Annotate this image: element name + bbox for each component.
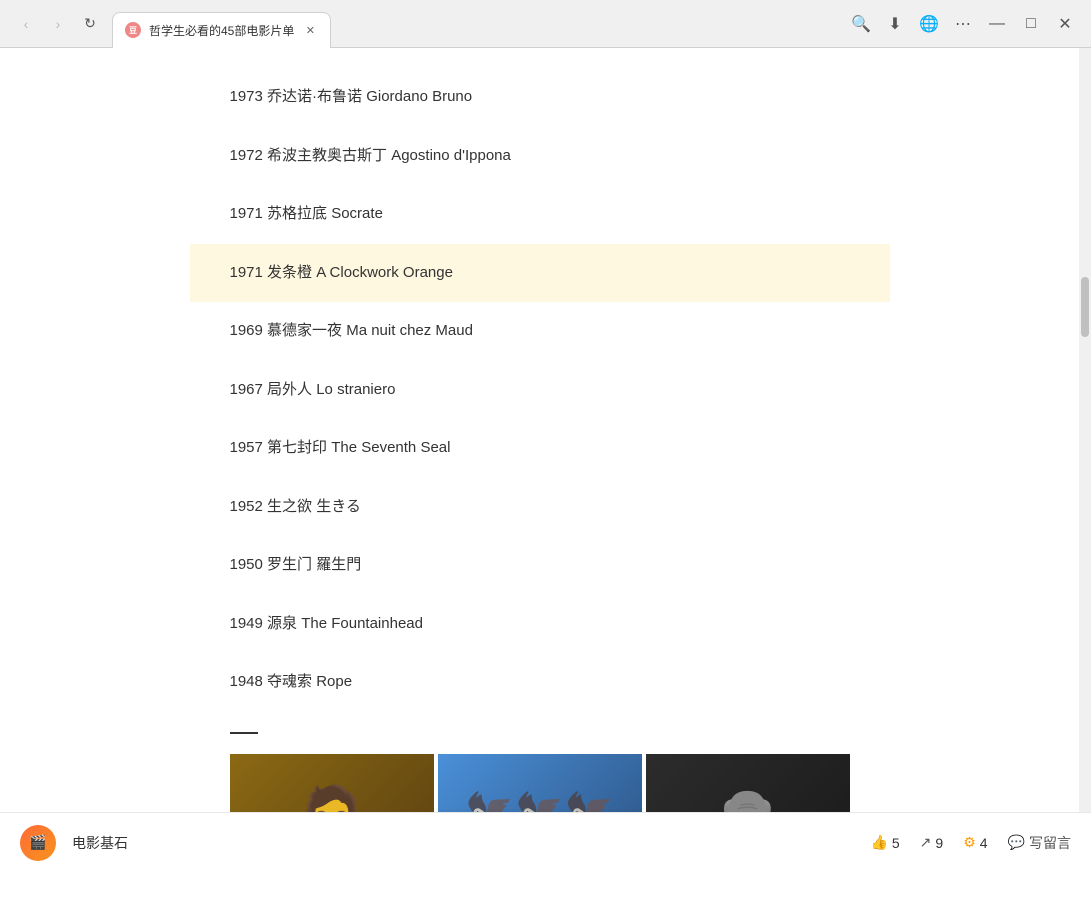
reward-icon: ⚙ xyxy=(963,834,976,851)
action-buttons: 👍 5 ↗ 9 ⚙ 4 💬 写留言 xyxy=(870,833,1071,853)
list-item-highlighted: 1971 发条橙 A Clockwork Orange xyxy=(190,244,890,303)
film-title: 慕德家一夜 Ma nuit chez Maud xyxy=(267,322,473,339)
list-item: 1957 第七封印 The Seventh Seal xyxy=(230,419,850,478)
tab-favicon: 豆 xyxy=(125,22,141,38)
toolbar-icons: 🔍 ⬇ 🌐 ⋯ — □ ✕ xyxy=(847,10,1079,38)
avatar-icon: 🎬 xyxy=(29,834,46,851)
film-grid: 🧔 #1 ZIZEK ASTRA TAYLOR CANADA 2005 🦅🦅🦅 … xyxy=(230,754,850,813)
search-icon[interactable]: 🔍 xyxy=(847,10,875,38)
film-title: 源泉 The Fountainhead xyxy=(267,615,423,632)
globe-icon[interactable]: 🌐 xyxy=(915,10,943,38)
film-title: 生之欲 生きる xyxy=(267,498,361,515)
film-card-overlay: #2 MANUAL DE CINE PARA PERVERTIDOS SOPHI… xyxy=(438,808,642,812)
reward-button[interactable]: ⚙ 4 xyxy=(963,834,987,851)
film-year: 1971 xyxy=(230,205,263,222)
film-year: 1957 xyxy=(230,439,263,456)
forward-button[interactable]: › xyxy=(44,10,72,38)
nav-buttons: ‹ › ↻ xyxy=(12,10,104,38)
page-wrapper: 1973 乔达诺·布鲁诺 Giordano Bruno 1972 希波主教奥古斯… xyxy=(0,48,1091,812)
film-title: 发条橙 A Clockwork Orange xyxy=(267,264,453,281)
film-title: 局外人 Lo straniero xyxy=(267,381,395,398)
avatar: 🎬 xyxy=(20,825,56,861)
film-card-manual[interactable]: 🦅🦅🦅 #2 MANUAL DE CINE PARA PERVERTIDOS S… xyxy=(438,754,642,813)
scrollbar-thumb[interactable] xyxy=(1081,277,1089,337)
tab-title: 哲学生必看的45部电影片单 xyxy=(149,22,294,39)
minimize-button[interactable]: — xyxy=(983,10,1011,38)
share-button[interactable]: ↗ 9 xyxy=(920,834,944,851)
list-item: 1973 乔达诺·布鲁诺 Giordano Bruno xyxy=(230,68,850,127)
list-item: 1950 罗生门 羅生門 xyxy=(230,536,850,595)
film-year: 1969 xyxy=(230,322,263,339)
film-year: 1949 xyxy=(230,615,263,632)
close-button[interactable]: ✕ xyxy=(1051,10,1079,38)
film-title: 第七封印 The Seventh Seal xyxy=(267,439,450,456)
list-item: 1971 苏格拉底 Socrate xyxy=(230,185,850,244)
list-item: 1949 源泉 The Fountainhead xyxy=(230,595,850,654)
refresh-button[interactable]: ↻ xyxy=(76,10,104,38)
main-content: 1973 乔达诺·布鲁诺 Giordano Bruno 1972 希波主教奥古斯… xyxy=(0,48,1079,812)
tab-close-button[interactable]: ✕ xyxy=(302,22,318,38)
article-container: 1973 乔达诺·布鲁诺 Giordano Bruno 1972 希波主教奥古斯… xyxy=(190,68,890,812)
film-card-derrida[interactable]: 👴 #3 DERRIDA KIRBY DICK, AMY ZIERING EST… xyxy=(646,754,850,813)
film-list: 1973 乔达诺·布鲁诺 Giordano Bruno 1972 希波主教奥古斯… xyxy=(230,68,850,712)
reward-count: 4 xyxy=(980,835,988,851)
comment-button[interactable]: 💬 写留言 xyxy=(1008,833,1071,853)
more-icon[interactable]: ⋯ xyxy=(949,10,977,38)
list-item: 1967 局外人 Lo straniero xyxy=(230,361,850,420)
like-count: 5 xyxy=(892,835,900,851)
maximize-button[interactable]: □ xyxy=(1017,10,1045,38)
back-button[interactable]: ‹ xyxy=(12,10,40,38)
list-item: 1948 夺魂索 Rope xyxy=(230,653,850,712)
browser-chrome: ‹ › ↻ 豆 哲学生必看的45部电影片单 ✕ 🔍 ⬇ 🌐 ⋯ — □ ✕ xyxy=(0,0,1091,48)
scrollbar-track[interactable] xyxy=(1079,48,1091,812)
list-item: 1972 希波主教奥古斯丁 Agostino d'Ippona xyxy=(230,127,850,186)
film-title: 夺魂索 Rope xyxy=(267,673,352,690)
author-name: 电影基石 xyxy=(72,833,854,853)
list-item: 1952 生之欲 生きる xyxy=(230,478,850,537)
like-button[interactable]: 👍 5 xyxy=(870,834,899,851)
comment-icon: 💬 xyxy=(1008,834,1025,851)
film-card-zizek[interactable]: 🧔 #1 ZIZEK ASTRA TAYLOR CANADA 2005 xyxy=(230,754,434,813)
list-item: 1969 慕德家一夜 Ma nuit chez Maud xyxy=(230,302,850,361)
film-year: 1972 xyxy=(230,147,263,164)
film-title: 苏格拉底 Socrate xyxy=(267,205,383,222)
bottom-bar: 🎬 电影基石 👍 5 ↗ 9 ⚙ 4 💬 写留言 xyxy=(0,812,1091,872)
favicon-text: 豆 xyxy=(129,25,137,36)
film-year: 1971 xyxy=(230,264,263,281)
film-year: 1952 xyxy=(230,498,263,515)
film-year: 1948 xyxy=(230,673,263,690)
download-icon[interactable]: ⬇ xyxy=(881,10,909,38)
film-year: 1967 xyxy=(230,381,263,398)
active-tab[interactable]: 豆 哲学生必看的45部电影片单 ✕ xyxy=(112,12,331,48)
film-title: 希波主教奥古斯丁 Agostino d'Ippona xyxy=(267,147,511,164)
film-year: 1973 xyxy=(230,88,263,105)
film-title: 乔达诺·布鲁诺 Giordano Bruno xyxy=(267,88,472,105)
share-count: 9 xyxy=(935,835,943,851)
film-title: 罗生门 羅生門 xyxy=(267,556,361,573)
share-icon: ↗ xyxy=(920,834,932,851)
like-icon: 👍 xyxy=(870,834,887,851)
tab-bar: 豆 哲学生必看的45部电影片单 ✕ xyxy=(112,0,839,47)
film-year: 1950 xyxy=(230,556,263,573)
section-divider xyxy=(230,732,258,734)
comment-label: 写留言 xyxy=(1029,833,1071,853)
